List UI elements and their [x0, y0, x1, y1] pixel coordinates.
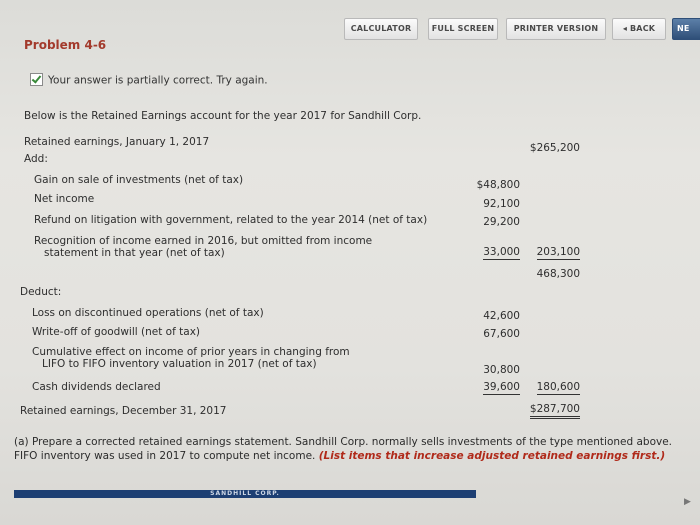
toolbar: CALCULATOR FULL SCREEN PRINTER VERSION ◂… [0, 18, 700, 40]
add-item-label: Gain on sale of investments (net of tax) [34, 174, 244, 186]
calculator-button[interactable]: CALCULATOR [344, 18, 418, 40]
add-total: 203,100 [508, 246, 580, 260]
full-screen-button[interactable]: FULL SCREEN [428, 18, 498, 40]
deduct-label: Deduct: [20, 286, 62, 298]
deduct-item-amount: 67,600 [483, 328, 520, 340]
opening-label: Retained earnings, January 1, 2017 [24, 136, 210, 148]
chevron-right-icon[interactable]: ▶ [684, 497, 691, 507]
deduct-item-label: Cash dividends declared [32, 381, 161, 393]
back-button[interactable]: ◂ BACK [612, 18, 666, 40]
deduct-item-amount: 42,600 [483, 310, 520, 322]
add-item-label: Net income [34, 193, 95, 205]
part-a-instructions: (a) Prepare a corrected retained earning… [14, 435, 694, 463]
problem-title: Problem 4-6 [24, 38, 107, 52]
add-item-amount: 92,100 [483, 198, 520, 210]
deduct-total-value: 180,600 [536, 381, 580, 395]
deduct-item-label: Cumulative effect on income of prior yea… [32, 346, 350, 358]
alert-message: Your answer is partially correct. Try ag… [30, 73, 268, 87]
add-item-amount: 29,200 [483, 216, 520, 228]
check-icon [30, 73, 43, 86]
intro-text: Below is the Retained Earnings account f… [24, 110, 422, 122]
part-a-instruction: (List items that increase adjusted retai… [318, 450, 666, 462]
deduct-item-label-cont: LIFO to FIFO inventory valuation in 2017… [42, 358, 317, 370]
add-item-label-cont: statement in that year (net of tax) [44, 247, 225, 259]
add-total-value: 203,100 [536, 246, 580, 260]
printer-version-button[interactable]: PRINTER VERSION [506, 18, 606, 40]
closing-label: Retained earnings, December 31, 2017 [20, 405, 227, 417]
subtotal: 468,300 [536, 268, 580, 280]
opening-total: $265,200 [529, 142, 580, 154]
add-item-label: Refund on litigation with government, re… [34, 214, 428, 226]
deduct-item-amount: 30,800 [483, 364, 520, 376]
closing-total-value: $287,700 [529, 403, 580, 419]
add-label: Add: [24, 153, 48, 165]
add-item-amount: $48,800 [476, 179, 520, 191]
deduct-item-label: Loss on discontinued operations (net of … [32, 307, 264, 319]
closing-total: $287,700 [508, 403, 580, 419]
deduct-item-label: Write-off of goodwill (net of tax) [32, 326, 200, 338]
deduct-total: 180,600 [508, 381, 580, 395]
alert-text: Your answer is partially correct. Try ag… [48, 74, 268, 87]
screen: CALCULATOR FULL SCREEN PRINTER VERSION ◂… [0, 0, 700, 525]
table-header-bar: SANDHILL CORP. [14, 490, 476, 498]
add-item-label: Recognition of income earned in 2016, bu… [34, 235, 373, 247]
next-button[interactable]: NE [672, 18, 700, 40]
